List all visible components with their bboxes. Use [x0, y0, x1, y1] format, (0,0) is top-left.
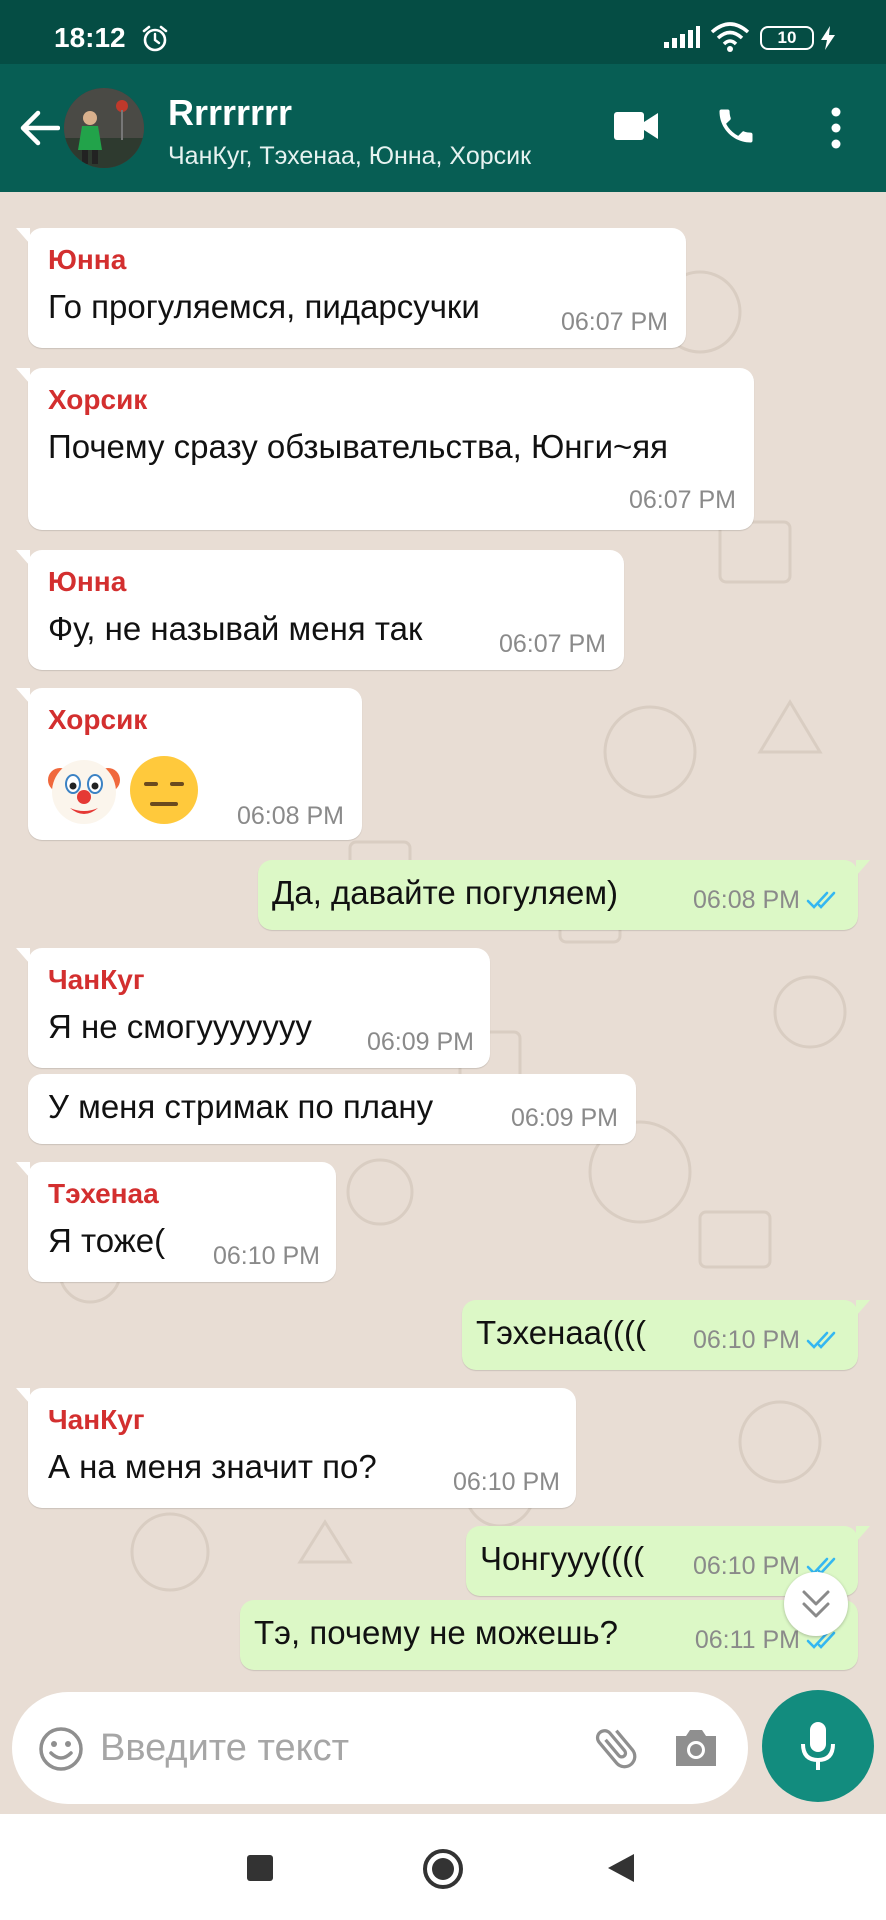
message-bubble[interactable]: Тэхенаа Я тоже( 06:10 PM — [16, 1162, 336, 1282]
message-sender: Юнна — [48, 244, 127, 275]
message-text: Да, давайте погуляем) — [272, 874, 619, 911]
read-receipt-icon — [806, 1331, 836, 1349]
system-navigation-bar — [0, 1814, 886, 1920]
attach-icon[interactable] — [590, 1722, 642, 1779]
message-text: Тэхенаа(((( — [476, 1314, 646, 1351]
message-text: У меня стримак по плану — [48, 1088, 434, 1125]
back-icon[interactable] — [606, 1852, 636, 1889]
message-time: 06:10 PM — [692, 1552, 800, 1580]
message-time: 06:07 PM — [628, 486, 736, 514]
message-time: 06:10 PM — [452, 1468, 560, 1496]
message-sender: ЧанКуг — [48, 964, 145, 995]
message-time: 06:11 PM — [694, 1626, 800, 1654]
more-menu-icon[interactable] — [826, 106, 846, 155]
clown-face-emoji — [48, 760, 120, 824]
message-time: 06:08 PM — [236, 802, 344, 830]
charging-icon — [820, 26, 836, 55]
message-text: Тэ, почему не можешь? — [254, 1614, 618, 1651]
message-bubble[interactable]: Юнна Фу, не называй меня так 06:07 PM — [16, 550, 624, 670]
message-time: 06:10 PM — [692, 1326, 800, 1354]
voice-call-icon[interactable] — [714, 104, 758, 153]
message-sender: Тэхенаа — [48, 1178, 159, 1209]
message-text: Я тоже( — [48, 1222, 166, 1259]
double-chevron-down-icon — [802, 1590, 830, 1618]
message-bubble[interactable]: Хорсик 06:08 PM — [16, 688, 362, 840]
message-sender: Юнна — [48, 566, 127, 597]
chat-header: Rrrrrrrr ЧанКуг, Тэхенаа, Юнна, Хорсик — [0, 64, 886, 192]
message-bubble[interactable]: У меня стримак по плану 06:09 PM — [28, 1074, 636, 1144]
mic-icon — [801, 1722, 835, 1770]
voice-message-button[interactable] — [762, 1690, 874, 1802]
message-time: 06:09 PM — [366, 1028, 474, 1056]
message-composer — [12, 1692, 748, 1804]
message-bubble[interactable]: Тэ, почему не можешь? 06:11 PM — [240, 1600, 858, 1670]
home-icon[interactable] — [422, 1848, 464, 1895]
read-receipt-icon — [806, 891, 836, 909]
message-time: 06:07 PM — [498, 630, 606, 658]
message-bubble[interactable]: Да, давайте погуляем) 06:08 PM — [258, 860, 870, 930]
emoji-icon[interactable] — [38, 1726, 84, 1777]
camera-icon[interactable] — [672, 1726, 720, 1775]
message-text: Почему сразу обзывательства, Юнги~яя — [48, 428, 669, 465]
message-text: Фу, не называй меня так — [48, 610, 423, 647]
battery-icon: 10 — [760, 26, 814, 50]
wifi-icon — [710, 22, 750, 57]
message-text: Чонгууу(((( — [480, 1540, 645, 1577]
expressionless-face-emoji — [130, 756, 198, 824]
status-bar: 18:12 10 — [0, 0, 886, 64]
message-time: 06:09 PM — [510, 1104, 618, 1132]
message-sender: ЧанКуг — [48, 1404, 145, 1435]
battery-level: 10 — [777, 28, 797, 47]
scroll-to-bottom-button[interactable] — [784, 1572, 848, 1636]
message-text: Я не смогууууууу — [48, 1008, 312, 1045]
message-bubble[interactable]: Юнна Го прогуляемся, пидарсучки 06:07 PM — [16, 228, 686, 348]
message-bubble[interactable]: ЧанКуг Я не смогууууууу 06:09 PM — [16, 948, 490, 1068]
message-bubble[interactable]: ЧанКуг А на меня значит по? 06:10 PM — [16, 1388, 576, 1508]
message-list[interactable]: Юнна Го прогуляемся, пидарсучки 06:07 PM… — [0, 192, 886, 1692]
message-bubble[interactable]: Тэхенаа(((( 06:10 PM — [462, 1300, 870, 1370]
message-time: 06:08 PM — [692, 886, 800, 914]
recent-apps-icon[interactable] — [246, 1854, 274, 1887]
back-arrow-icon[interactable] — [18, 108, 61, 153]
message-sender: Хорсик — [48, 384, 148, 415]
video-call-icon[interactable] — [614, 110, 660, 147]
signal-icon — [664, 26, 700, 53]
chat-members[interactable]: ЧанКуг, Тэхенаа, Юнна, Хорсик — [168, 142, 531, 171]
message-time: 06:07 PM — [560, 308, 668, 336]
alarm-icon — [140, 24, 170, 59]
message-text: Го прогуляемся, пидарсучки — [48, 288, 480, 325]
message-bubble[interactable]: Хорсик Почему сразу обзывательства, Юнги… — [16, 368, 754, 530]
chat-title[interactable]: Rrrrrrrr — [168, 92, 292, 134]
message-sender: Хорсик — [48, 704, 148, 735]
message-text: А на меня значит по? — [48, 1448, 377, 1485]
message-input[interactable] — [100, 1722, 580, 1774]
group-avatar[interactable] — [64, 88, 144, 168]
status-time: 18:12 — [54, 22, 126, 53]
message-time: 06:10 PM — [212, 1242, 320, 1270]
